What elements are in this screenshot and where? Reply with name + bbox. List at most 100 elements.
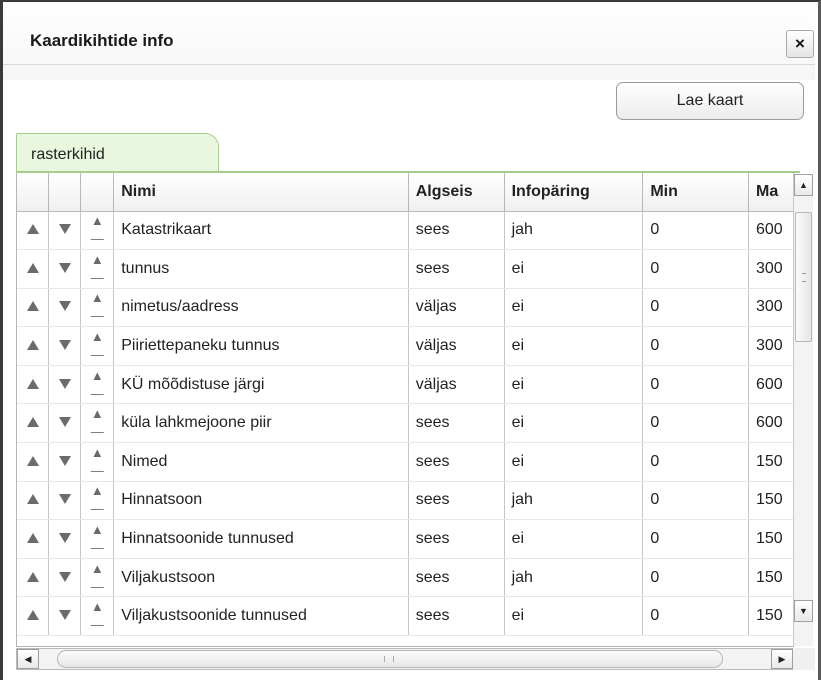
- triangle-down-icon[interactable]: [58, 340, 71, 351]
- scroll-down-button[interactable]: ▼: [794, 600, 813, 622]
- move-to-top-icon[interactable]: ▲ —: [91, 599, 104, 632]
- move-top-cell[interactable]: ▲ —: [80, 211, 115, 251]
- move-up-cell[interactable]: [17, 519, 50, 559]
- triangle-down-icon[interactable]: [58, 301, 71, 312]
- move-top-cell[interactable]: ▲ —: [80, 596, 115, 637]
- table-row[interactable]: ▲ — KÜ mõõdistuse järgi väljas ei 0 600: [17, 365, 794, 405]
- tab-rasterkihid[interactable]: rasterkihid: [16, 133, 219, 172]
- triangle-down-icon[interactable]: [58, 417, 71, 428]
- triangle-down-icon[interactable]: [58, 533, 71, 544]
- table-row[interactable]: ▲ — Hinnatsoon sees jah 0 150: [17, 481, 794, 521]
- column-header-move-down: [48, 173, 82, 212]
- layer-name-cell: Nimed: [113, 442, 409, 482]
- move-down-cell[interactable]: [48, 442, 82, 482]
- vertical-scroll-thumb[interactable]: [795, 212, 812, 342]
- move-top-cell[interactable]: ▲ —: [80, 249, 115, 289]
- move-top-cell[interactable]: ▲ —: [80, 442, 115, 482]
- move-up-cell[interactable]: [17, 326, 50, 366]
- move-up-cell[interactable]: [17, 365, 50, 405]
- move-top-cell[interactable]: ▲ —: [80, 481, 115, 521]
- column-header-min[interactable]: Min: [642, 173, 749, 212]
- triangle-down-icon[interactable]: [58, 455, 71, 466]
- triangle-up-icon[interactable]: [26, 340, 39, 351]
- move-to-top-icon[interactable]: ▲ —: [91, 445, 104, 478]
- move-up-cell[interactable]: [17, 249, 50, 289]
- vertical-scrollbar[interactable]: ▲ ▼: [793, 174, 813, 646]
- triangle-down-icon[interactable]: [58, 378, 71, 389]
- close-button[interactable]: ×: [786, 30, 814, 58]
- table-row[interactable]: ▲ — Katastrikaart sees jah 0 600: [17, 211, 794, 251]
- move-top-cell[interactable]: ▲ —: [80, 558, 115, 598]
- move-up-cell[interactable]: [17, 211, 50, 251]
- grip-icon: [384, 656, 394, 662]
- table-row[interactable]: ▲ — Hinnatsoonide tunnused sees ei 0 150: [17, 519, 794, 559]
- column-header-nimi[interactable]: Nimi: [113, 173, 409, 212]
- move-top-cell[interactable]: ▲ —: [80, 365, 115, 405]
- triangle-down-icon[interactable]: [58, 262, 71, 273]
- move-up-cell[interactable]: [17, 596, 50, 637]
- move-top-cell[interactable]: ▲ —: [80, 403, 115, 444]
- table-row[interactable]: ▲ — küla lahkmejoone piir sees ei 0 600: [17, 403, 794, 444]
- column-header-infoparing[interactable]: Infopäring: [504, 173, 644, 212]
- triangle-down-icon[interactable]: [58, 224, 71, 235]
- move-down-cell[interactable]: [48, 211, 82, 251]
- move-to-top-icon[interactable]: ▲ —: [91, 290, 104, 323]
- move-up-cell[interactable]: [17, 403, 50, 444]
- table-row[interactable]: ▲ — Viljakustsoon sees jah 0 150: [17, 558, 794, 598]
- move-down-cell[interactable]: [48, 365, 82, 405]
- horizontal-scroll-thumb[interactable]: [57, 650, 723, 668]
- triangle-up-icon[interactable]: [26, 262, 39, 273]
- column-header-algseis[interactable]: Algseis: [408, 173, 505, 212]
- move-top-cell[interactable]: ▲ —: [80, 288, 115, 328]
- horizontal-scrollbar[interactable]: ◀ ▶: [16, 648, 794, 670]
- scroll-up-button[interactable]: ▲: [794, 174, 813, 196]
- triangle-up-icon[interactable]: [26, 494, 39, 505]
- move-to-top-icon[interactable]: ▲ —: [91, 561, 104, 594]
- move-down-cell[interactable]: [48, 596, 82, 637]
- scroll-right-button[interactable]: ▶: [771, 649, 793, 669]
- move-down-cell[interactable]: [48, 249, 82, 289]
- table-row[interactable]: ▲ — Piiriettepaneku tunnus väljas ei 0 300: [17, 326, 794, 366]
- move-up-cell[interactable]: [17, 558, 50, 598]
- move-to-top-icon[interactable]: ▲ —: [91, 329, 104, 362]
- triangle-up-icon[interactable]: [26, 417, 39, 428]
- move-down-cell[interactable]: [48, 326, 82, 366]
- move-top-cell[interactable]: ▲ —: [80, 326, 115, 366]
- triangle-up-icon[interactable]: [26, 610, 39, 621]
- move-down-cell[interactable]: [48, 288, 82, 328]
- table-row[interactable]: ▲ — tunnus sees ei 0 300: [17, 249, 794, 289]
- triangle-up-icon[interactable]: [26, 533, 39, 544]
- move-up-cell[interactable]: [17, 288, 50, 328]
- scroll-left-button[interactable]: ◀: [17, 649, 39, 669]
- triangle-down-icon[interactable]: [58, 571, 71, 582]
- load-map-button[interactable]: Lae kaart: [616, 82, 804, 120]
- table-row[interactable]: ▲ — Viljakustsoonide tunnused sees ei 0 150: [17, 596, 794, 637]
- triangle-up-icon[interactable]: [26, 224, 39, 235]
- move-top-cell[interactable]: ▲ —: [80, 519, 115, 559]
- move-to-top-icon[interactable]: ▲ —: [91, 483, 104, 516]
- move-down-cell[interactable]: [48, 558, 82, 598]
- move-down-cell[interactable]: [48, 519, 82, 559]
- move-to-top-icon[interactable]: ▲ —: [91, 406, 104, 439]
- triangle-up-icon[interactable]: [26, 455, 39, 466]
- move-down-cell[interactable]: [48, 481, 82, 521]
- triangle-up-icon[interactable]: [26, 571, 39, 582]
- triangle-down-icon[interactable]: [58, 494, 71, 505]
- move-to-top-icon[interactable]: ▲ —: [91, 213, 104, 246]
- move-up-cell[interactable]: [17, 442, 50, 482]
- triangle-down-icon[interactable]: [58, 610, 71, 621]
- move-down-cell[interactable]: [48, 403, 82, 444]
- move-up-cell[interactable]: [17, 481, 50, 521]
- layer-name-cell: Piiriettepaneku tunnus: [113, 326, 409, 366]
- triangle-up-icon[interactable]: [26, 301, 39, 312]
- move-to-top-icon[interactable]: ▲ —: [91, 252, 104, 285]
- table-row[interactable]: ▲ — nimetus/aadress väljas ei 0 300: [17, 288, 794, 328]
- column-header-max[interactable]: Ma: [748, 173, 794, 212]
- min-scale-cell: 0: [642, 326, 749, 366]
- move-to-top-icon[interactable]: ▲ —: [91, 368, 104, 401]
- move-to-top-icon[interactable]: ▲ —: [91, 522, 104, 555]
- min-scale-cell: 0: [642, 519, 749, 559]
- table-row[interactable]: ▲ — Nimed sees ei 0 150: [17, 442, 794, 482]
- triangle-up-icon[interactable]: [26, 378, 39, 389]
- layer-name-cell: KÜ mõõdistuse järgi: [113, 365, 409, 405]
